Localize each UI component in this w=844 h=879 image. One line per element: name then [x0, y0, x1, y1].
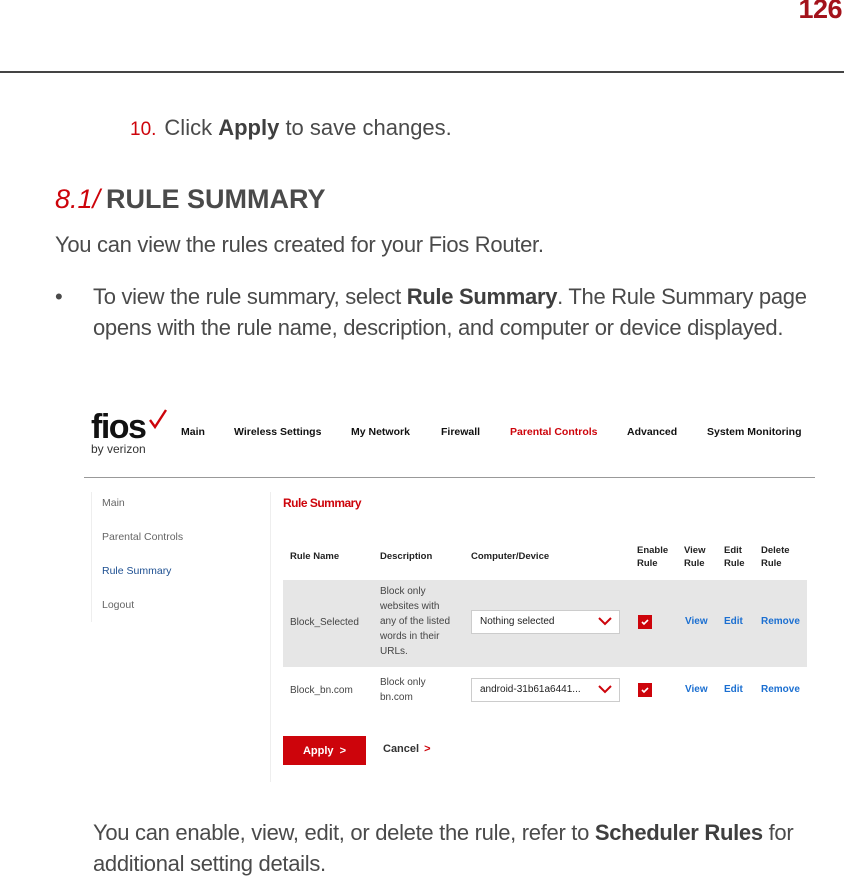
row1-device-value: Nothing selected: [480, 616, 555, 627]
row2-device-value: android-31b61a6441...: [480, 684, 581, 695]
row1-remove-link[interactable]: Remove: [761, 616, 800, 627]
step-10: 10. Click Apply to save changes.: [130, 115, 452, 141]
apply-button[interactable]: Apply >: [283, 736, 366, 765]
chevron-right-icon: >: [424, 743, 431, 755]
row2-device-select[interactable]: android-31b61a6441...: [471, 678, 620, 702]
bullet-text-before: To view the rule summary, select: [93, 284, 407, 309]
content-border: [270, 492, 271, 782]
bullet-marker: •: [55, 284, 63, 309]
outro-text-before: You can enable, view, edit, or delete th…: [93, 820, 595, 845]
top-nav: Main Wireless Settings My Network Firewa…: [181, 426, 802, 438]
sidebar-item-rule-summary[interactable]: Rule Summary: [102, 565, 183, 599]
chevron-down-icon: [598, 617, 612, 626]
section-heading: 8.1/RULE SUMMARY: [55, 184, 326, 215]
section-number: 8.1/: [55, 184, 101, 214]
sidebar-item-parental-controls[interactable]: Parental Controls: [102, 531, 183, 565]
header-delete-rule: Delete Rule: [761, 545, 790, 569]
row2-enable-checkbox[interactable]: [638, 683, 652, 697]
step-bold: Apply: [218, 115, 280, 140]
row1-device-select[interactable]: Nothing selected: [471, 610, 620, 634]
sidebar-item-logout[interactable]: Logout: [102, 599, 183, 633]
chevron-right-icon: >: [339, 745, 347, 757]
header-edit-rule: Edit Rule: [724, 545, 745, 569]
intro-paragraph: You can view the rules created for your …: [55, 232, 544, 257]
row2-rule-name: Block_bn.com: [290, 685, 353, 696]
row2-description: Block only bn.com: [380, 677, 426, 703]
header-description: Description: [380, 551, 433, 562]
header-computer-device: Computer/Device: [471, 551, 550, 562]
logo-brand: fios: [91, 408, 147, 446]
sidebar-item-main[interactable]: Main: [102, 497, 183, 531]
nav-firewall[interactable]: Firewall: [441, 426, 510, 438]
checkmark-icon: [641, 619, 649, 626]
page-number: 126: [798, 0, 842, 24]
row2-edit-link[interactable]: Edit: [724, 684, 743, 695]
nav-parental-controls[interactable]: Parental Controls: [510, 426, 627, 438]
apply-label: Apply: [302, 745, 334, 757]
header-rule-name: Rule Name: [290, 551, 340, 562]
bullet-bold: Rule Summary: [406, 284, 558, 309]
checkmark-icon: [641, 687, 649, 694]
sidebar: Main Parental Controls Rule Summary Logo…: [102, 497, 183, 633]
step-number: 10.: [130, 119, 157, 140]
nav-advanced[interactable]: Advanced: [627, 426, 707, 438]
section-title: RULE SUMMARY: [106, 184, 326, 214]
nav-main[interactable]: Main: [181, 426, 234, 438]
step-text-before: Click: [164, 115, 219, 140]
nav-divider: [84, 477, 815, 478]
logo-tagline: by verizon: [91, 442, 146, 456]
row1-description: Block only websites with any of the list…: [380, 586, 451, 657]
nav-system-monitoring[interactable]: System Monitoring: [707, 426, 802, 438]
content-title: Rule Summary: [283, 496, 362, 510]
verizon-check-icon: [149, 409, 168, 430]
step-text-after: to save changes.: [279, 115, 452, 140]
sidebar-border: [91, 492, 92, 622]
header-divider: [0, 71, 844, 73]
row2-remove-link[interactable]: Remove: [761, 684, 800, 695]
outro-bold: Scheduler Rules: [594, 820, 763, 845]
nav-my-network[interactable]: My Network: [351, 426, 441, 438]
header-enable-rule: Enable Rule: [637, 545, 669, 569]
cancel-label: Cancel: [383, 743, 420, 755]
cancel-button[interactable]: Cancel >: [383, 743, 431, 755]
row1-enable-checkbox[interactable]: [638, 615, 652, 629]
nav-wireless-settings[interactable]: Wireless Settings: [234, 426, 351, 438]
router-ui-screenshot: fios by verizon Main Wireless Settings M…: [80, 400, 844, 800]
outro-paragraph: You can enable, view, edit, or delete th…: [93, 817, 843, 879]
fios-logo: fios by verizon: [91, 408, 168, 456]
chevron-down-icon: [598, 685, 612, 694]
header-view-rule: View Rule: [684, 545, 706, 569]
row1-rule-name: Block_Selected: [290, 617, 359, 628]
row1-view-link[interactable]: View: [685, 616, 708, 627]
bullet-text: To view the rule summary, select Rule Su…: [93, 281, 833, 343]
row1-edit-link[interactable]: Edit: [724, 616, 743, 627]
row2-view-link[interactable]: View: [685, 684, 708, 695]
